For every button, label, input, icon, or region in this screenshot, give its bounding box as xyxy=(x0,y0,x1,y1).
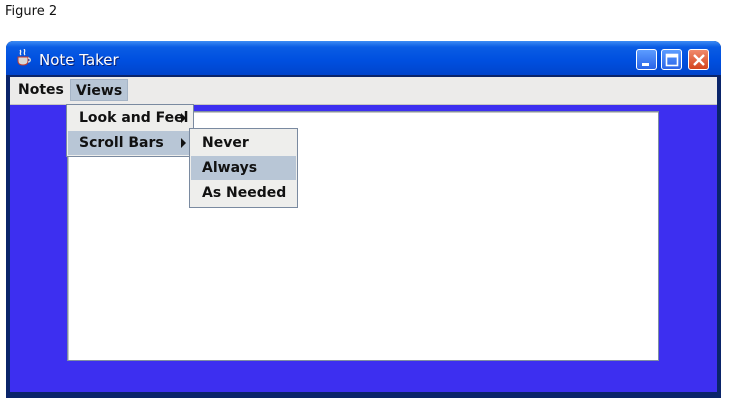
close-button[interactable] xyxy=(688,49,709,70)
menu-item-never[interactable]: Never xyxy=(191,131,296,155)
menu-item-scroll-bars[interactable]: Scroll Bars xyxy=(68,131,192,155)
submenu-arrow-icon xyxy=(181,138,186,148)
menu-item-label: Look and Feel xyxy=(79,110,189,126)
menu-item-label: Scroll Bars xyxy=(79,135,164,151)
menu-item-look-and-feel[interactable]: Look and Feel xyxy=(68,106,192,130)
views-dropdown: Look and Feel Scroll Bars xyxy=(66,104,194,157)
menu-views[interactable]: Views xyxy=(70,79,129,101)
close-icon xyxy=(693,54,705,66)
submenu-arrow-icon xyxy=(181,113,186,123)
minimize-button[interactable] xyxy=(636,49,657,70)
menu-bar: Notes Views xyxy=(10,77,717,105)
maximize-icon xyxy=(665,53,679,67)
window-title: Note Taker xyxy=(39,51,119,69)
menu-item-always[interactable]: Always xyxy=(191,156,296,180)
minimize-icon xyxy=(642,63,649,66)
menu-item-as-needed[interactable]: As Needed xyxy=(191,181,296,205)
note-taker-window: Note Taker Notes Views xyxy=(6,41,721,398)
java-cup-icon xyxy=(16,48,32,67)
maximize-button[interactable] xyxy=(661,49,682,70)
title-bar[interactable]: Note Taker xyxy=(6,41,721,75)
figure-caption: Figure 2 xyxy=(5,4,58,19)
scroll-bars-submenu: Never Always As Needed xyxy=(189,128,298,208)
menu-notes[interactable]: Notes xyxy=(13,79,69,101)
